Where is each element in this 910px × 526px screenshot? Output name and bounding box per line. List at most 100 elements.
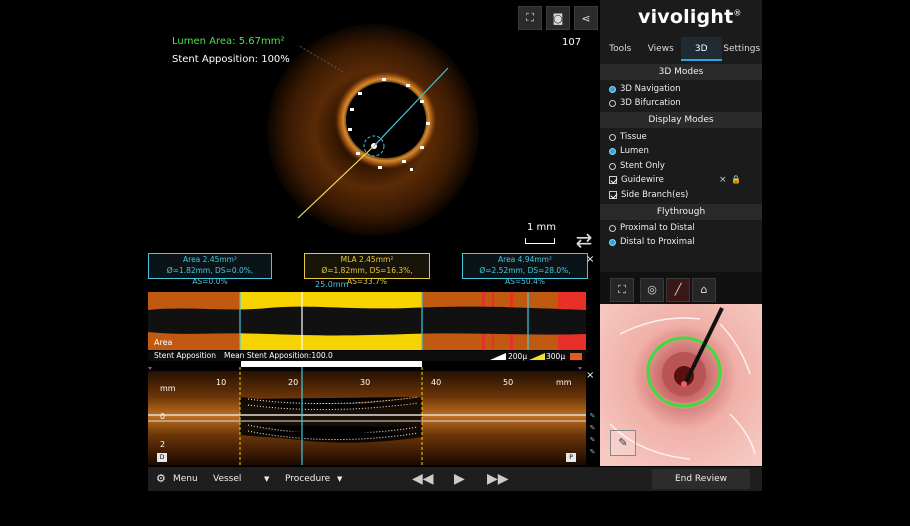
section-display-modes: Display Modes <box>600 112 762 128</box>
option-label: 3D Bifurcation <box>620 98 681 108</box>
scale-label: 1 mm <box>527 222 557 233</box>
measurement-mla-area: MLA 2.45mm² <box>340 255 394 264</box>
scale-bar <box>525 238 555 244</box>
apposition-label: Stent Apposition <box>154 351 216 360</box>
length-axis-unit: mm <box>556 378 572 387</box>
measurement-right[interactable]: Area 4.94mm² Ø=2.52mm, DS=28.0%, AS=50.4… <box>462 253 588 286</box>
radio-selected[interactable] <box>609 147 616 155</box>
stent-view-icon[interactable]: ◎ <box>640 278 664 302</box>
fullscreen-icon[interactable]: ⛶ <box>518 6 542 30</box>
option-label: 3D Navigation <box>620 84 681 94</box>
measurement-mla[interactable]: MLA 2.45mm² Ø=1.82mm, DS=16.3%, AS=33.7% <box>304 253 430 286</box>
option-label: Proximal to Distal <box>620 223 695 233</box>
radio-selected[interactable] <box>609 238 616 246</box>
option-3d-navigation[interactable]: 3D Navigation <box>609 83 681 95</box>
radio-selected[interactable] <box>609 85 616 93</box>
fast-forward-icon[interactable]: ▶▶ <box>487 467 509 491</box>
brand-mark: ® <box>733 8 742 18</box>
lumen-area-readout: Lumen Area: 5.67mm² <box>172 36 285 47</box>
measure-tool-icon[interactable]: ✎ <box>588 412 597 421</box>
brand-name: vivolight <box>638 6 734 28</box>
depth-tick: 2 <box>160 440 166 449</box>
checkbox-guidewire[interactable]: Guidewire <box>609 174 664 186</box>
oct-cross-section[interactable]: Lumen Area: 5.67mm² Stent Apposition: 10… <box>148 0 598 252</box>
legend-swatch-yellow <box>529 353 545 360</box>
option-3d-bifurcation[interactable]: 3D Bifurcation <box>609 97 681 109</box>
section-3d-modes: 3D Modes <box>600 64 762 80</box>
legend-swatch-orange <box>570 353 582 360</box>
tab-settings[interactable]: Settings <box>721 37 762 61</box>
tick-label: 20 <box>288 378 299 387</box>
proximal-marker: P <box>566 453 576 462</box>
stent-length-label: 25.0mm <box>315 280 349 289</box>
measurement-right-detail: Ø=2.52mm, DS=28.0%, AS=50.4% <box>479 266 571 286</box>
option-label: Lumen <box>620 146 649 156</box>
option-label: Distal to Proximal <box>620 237 695 247</box>
option-label: Side Branch(es) <box>621 190 689 200</box>
chevron-down-icon[interactable]: ▼ <box>264 467 269 491</box>
panel-tabs: Tools Views 3D Settings <box>600 37 762 61</box>
measurement-left[interactable]: Area 2.45mm² Ø=1.82mm, DS=0.0%, AS=0.0% <box>148 253 272 286</box>
checkbox-checked[interactable] <box>609 191 617 199</box>
mean-apposition: Mean Stent Apposition:100.0 <box>224 351 333 360</box>
option-label: Tissue <box>620 132 647 142</box>
swap-view-icon[interactable]: ⇄ <box>572 228 596 252</box>
tick-label: 50 <box>503 378 514 387</box>
end-review-button[interactable]: End Review <box>652 469 750 489</box>
radio[interactable] <box>609 99 616 107</box>
frame-number: 107 <box>562 37 582 48</box>
measure-3d-icon[interactable]: ✎ <box>610 430 636 456</box>
depth-tick: 0 <box>160 412 166 421</box>
radio[interactable] <box>609 224 616 232</box>
share-icon[interactable]: ⋖ <box>574 6 598 30</box>
measurement-left-area: Area 2.45mm² <box>183 255 237 264</box>
procedure-dropdown[interactable]: Procedure <box>285 467 330 491</box>
rewind-icon[interactable]: ◀◀ <box>412 467 434 491</box>
home-view-icon[interactable]: ⌂ <box>692 278 716 302</box>
legend-swatch-white <box>490 353 506 360</box>
tab-views[interactable]: Views <box>640 37 681 61</box>
gear-icon[interactable]: ⚙ <box>156 467 166 491</box>
view-toolbar: ⛶ ◙ ⋖ <box>518 6 598 30</box>
measurement-left-detail: Ø=1.82mm, DS=0.0%, AS=0.0% <box>166 266 254 286</box>
stent-apposition-readout: Stent Apposition: 100% <box>172 54 290 65</box>
option-stent-only[interactable]: Stent Only <box>609 160 665 172</box>
fullscreen-3d-icon[interactable]: ⛶ <box>610 278 634 302</box>
legend-200: 200μ <box>508 352 528 361</box>
option-tissue[interactable]: Tissue <box>609 131 647 143</box>
option-proximal-to-distal[interactable]: Proximal to Distal <box>609 222 695 234</box>
option-distal-to-proximal[interactable]: Distal to Proximal <box>609 236 695 248</box>
close-icon[interactable]: × <box>586 370 594 381</box>
pin-tool-icon[interactable]: ✎ <box>588 424 597 433</box>
distal-marker: D <box>157 453 167 462</box>
option-lumen[interactable]: Lumen <box>609 145 649 157</box>
option-label: Stent Only <box>620 161 665 171</box>
radio[interactable] <box>609 133 616 141</box>
lock-icon[interactable]: 🔒 <box>731 175 741 184</box>
tick-label: 10 <box>216 378 227 387</box>
tab-tools[interactable]: Tools <box>600 37 641 61</box>
angle-tool-icon[interactable]: ✎ <box>588 436 597 445</box>
legend-300: 300μ <box>546 352 566 361</box>
area-track[interactable] <box>148 292 586 350</box>
checkbox-side-branches[interactable]: Side Branch(es) <box>609 189 688 201</box>
vessel-dropdown[interactable]: Vessel <box>213 467 241 491</box>
close-icon[interactable]: × <box>719 175 727 185</box>
close-icon[interactable]: × <box>586 254 594 265</box>
checkbox-checked[interactable] <box>609 176 617 184</box>
depth-axis-unit: mm <box>160 384 176 393</box>
erase-tool-icon[interactable]: ✎ <box>588 448 597 457</box>
option-label: Guidewire <box>621 175 664 185</box>
play-icon[interactable]: ▶ <box>454 467 465 491</box>
camera-icon[interactable]: ◙ <box>546 6 570 30</box>
section-flythrough: Flythrough <box>600 204 762 220</box>
guidewire-view-icon[interactable]: ╱ <box>666 278 690 302</box>
area-track-label: Area <box>154 338 173 347</box>
radio[interactable] <box>609 162 616 170</box>
brand-logo: vivolight® <box>638 6 742 28</box>
tick-label: 40 <box>431 378 442 387</box>
chevron-down-icon[interactable]: ▼ <box>337 467 342 491</box>
menu-button[interactable]: Menu <box>173 467 198 491</box>
tab-3d[interactable]: 3D <box>681 37 722 61</box>
tick-label: 30 <box>360 378 371 387</box>
